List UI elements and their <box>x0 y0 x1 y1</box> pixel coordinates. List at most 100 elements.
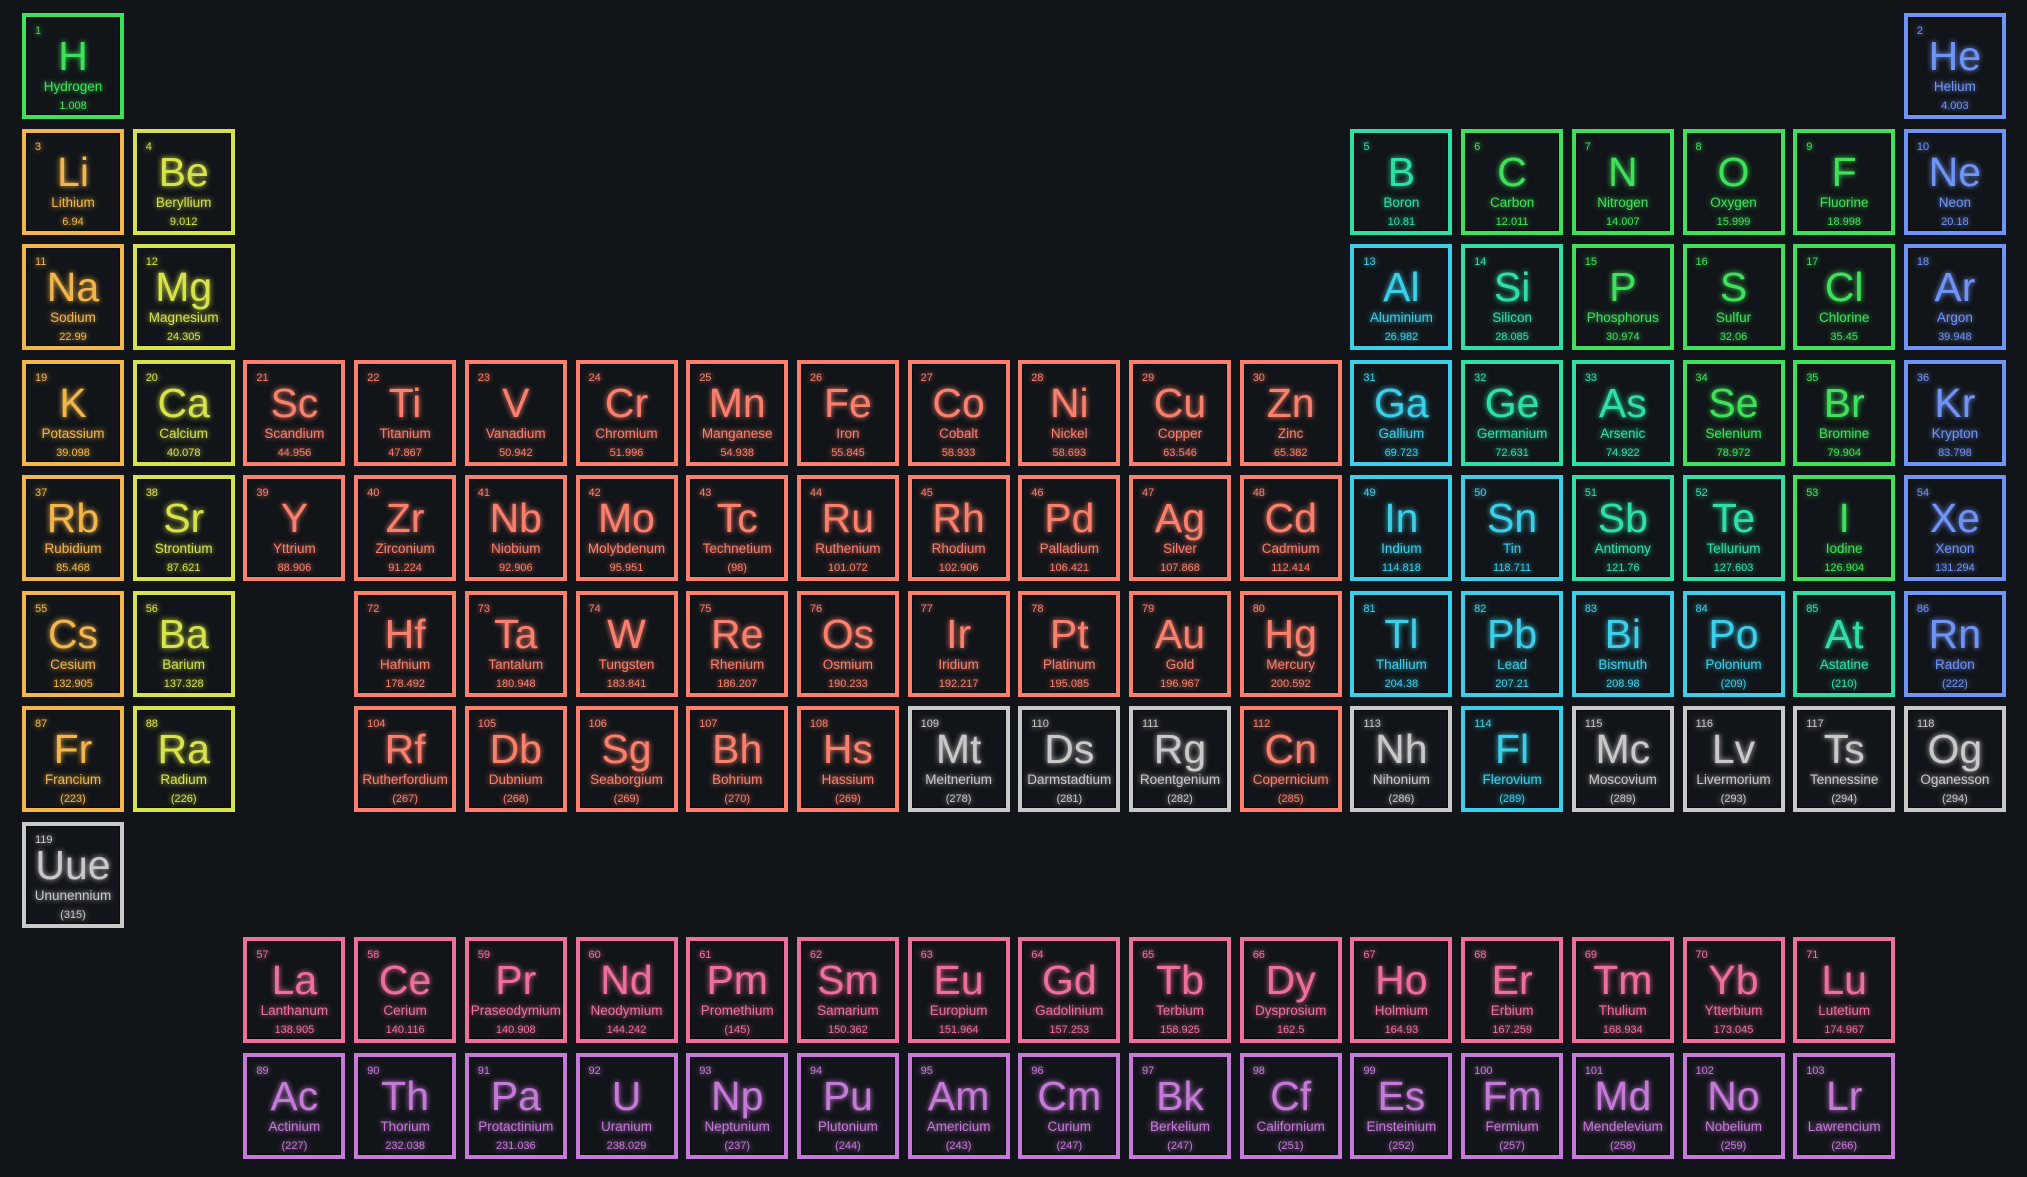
element-cell-rutherfordium[interactable]: 104 Rf Rutherfordium (267) <box>354 706 457 812</box>
element-cell-mendelevium[interactable]: 101 Md Mendelevium (258) <box>1571 1052 1674 1159</box>
element-cell-erbium[interactable]: 68 Er Erbium 167.259 <box>1461 937 1564 1043</box>
element-cell-mercury[interactable]: 80 Hg Mercury 200.592 <box>1239 590 1342 697</box>
element-cell-plutonium[interactable]: 94 Pu Plutonium (244) <box>796 1052 899 1159</box>
element-cell-neodymium[interactable]: 60 Nd Neodymium 144.242 <box>575 937 678 1043</box>
element-cell-sulfur[interactable]: 16 S Sulfur 32.06 <box>1682 244 1785 350</box>
element-cell-palladium[interactable]: 46 Pd Palladium 106.421 <box>1018 475 1121 581</box>
element-cell-einsteinium[interactable]: 99 Es Einsteinium (252) <box>1350 1052 1453 1159</box>
element-cell-tantalum[interactable]: 73 Ta Tantalum 180.948 <box>464 590 567 697</box>
element-cell-arsenic[interactable]: 33 As Arsenic 74.922 <box>1571 359 1674 466</box>
element-cell-hafnium[interactable]: 72 Hf Hafnium 178.492 <box>354 590 457 697</box>
element-cell-lawrencium[interactable]: 103 Lr Lawrencium (266) <box>1793 1052 1896 1159</box>
element-cell-vanadium[interactable]: 23 V Vanadium 50.942 <box>464 359 567 466</box>
element-cell-silver[interactable]: 47 Ag Silver 107.868 <box>1129 475 1231 581</box>
element-cell-cesium[interactable]: 55 Cs Cesium 132.905 <box>22 590 124 697</box>
element-cell-titanium[interactable]: 22 Ti Titanium 47.867 <box>354 359 457 466</box>
element-cell-iridium[interactable]: 77 Ir Iridium 192.217 <box>907 590 1010 697</box>
element-cell-promethium[interactable]: 61 Pm Promethium (145) <box>686 937 789 1043</box>
element-cell-tellurium[interactable]: 52 Te Tellurium 127.603 <box>1682 475 1785 581</box>
element-cell-manganese[interactable]: 25 Mn Manganese 54.938 <box>686 359 789 466</box>
element-cell-antimony[interactable]: 51 Sb Antimony 121.76 <box>1571 475 1674 581</box>
element-cell-phosphorus[interactable]: 15 P Phosphorus 30.974 <box>1571 244 1674 350</box>
element-cell-meitnerium[interactable]: 109 Mt Meitnerium (278) <box>907 706 1010 812</box>
element-cell-europium[interactable]: 63 Eu Europium 151.964 <box>907 937 1010 1043</box>
element-cell-protactinium[interactable]: 91 Pa Protactinium 231.036 <box>464 1052 567 1159</box>
element-cell-technetium[interactable]: 43 Tc Technetium (98) <box>686 475 789 581</box>
element-cell-oganesson[interactable]: 118 Og Oganesson (294) <box>1903 706 2006 812</box>
element-cell-sodium[interactable]: 11 Na Sodium 22.99 <box>22 244 124 350</box>
element-cell-radium[interactable]: 88 Ra Radium (226) <box>132 706 235 812</box>
element-cell-francium[interactable]: 87 Fr Francium (223) <box>22 706 124 812</box>
element-cell-cadmium[interactable]: 48 Cd Cadmium 112.414 <box>1239 475 1342 581</box>
element-cell-lutetium[interactable]: 71 Lu Lutetium 174.967 <box>1793 937 1896 1043</box>
element-cell-platinum[interactable]: 78 Pt Platinum 195.085 <box>1018 590 1121 697</box>
element-cell-silicon[interactable]: 14 Si Silicon 28.085 <box>1461 244 1564 350</box>
element-cell-flerovium[interactable]: 114 Fl Flerovium (289) <box>1461 706 1564 812</box>
element-cell-aluminium[interactable]: 13 Al Aluminium 26.982 <box>1350 244 1453 350</box>
element-cell-copper[interactable]: 29 Cu Copper 63.546 <box>1129 359 1231 466</box>
element-cell-nickel[interactable]: 28 Ni Nickel 58.693 <box>1018 359 1121 466</box>
element-cell-roentgenium[interactable]: 111 Rg Roentgenium (282) <box>1129 706 1231 812</box>
element-cell-beryllium[interactable]: 4 Be Beryllium 9.012 <box>132 128 235 235</box>
element-cell-iron[interactable]: 26 Fe Iron 55.845 <box>796 359 899 466</box>
element-cell-lithium[interactable]: 3 Li Lithium 6.94 <box>22 128 124 235</box>
element-cell-actinium[interactable]: 89 Ac Actinium (227) <box>243 1052 346 1159</box>
element-cell-fermium[interactable]: 100 Fm Fermium (257) <box>1461 1052 1564 1159</box>
element-cell-curium[interactable]: 96 Cm Curium (247) <box>1018 1052 1121 1159</box>
element-cell-chlorine[interactable]: 17 Cl Chlorine 35.45 <box>1793 244 1896 350</box>
element-cell-bromine[interactable]: 35 Br Bromine 79.904 <box>1793 359 1896 466</box>
element-cell-nitrogen[interactable]: 7 N Nitrogen 14.007 <box>1571 128 1674 235</box>
element-cell-samarium[interactable]: 62 Sm Samarium 150.362 <box>796 937 899 1043</box>
element-cell-nihonium[interactable]: 113 Nh Nihonium (286) <box>1350 706 1453 812</box>
element-cell-gallium[interactable]: 31 Ga Gallium 69.723 <box>1350 359 1453 466</box>
element-cell-indium[interactable]: 49 In Indium 114.818 <box>1350 475 1453 581</box>
element-cell-livermorium[interactable]: 116 Lv Livermorium (293) <box>1682 706 1785 812</box>
element-cell-barium[interactable]: 56 Ba Barium 137.328 <box>132 590 235 697</box>
element-cell-astatine[interactable]: 85 At Astatine (210) <box>1793 590 1896 697</box>
element-cell-thulium[interactable]: 69 Tm Thulium 168.934 <box>1571 937 1674 1043</box>
element-cell-yttrium[interactable]: 39 Y Yttrium 88.906 <box>243 475 346 581</box>
element-cell-thorium[interactable]: 90 Th Thorium 232.038 <box>354 1052 457 1159</box>
element-cell-osmium[interactable]: 76 Os Osmium 190.233 <box>796 590 899 697</box>
element-cell-gold[interactable]: 79 Au Gold 196.967 <box>1129 590 1231 697</box>
element-cell-ruthenium[interactable]: 44 Ru Ruthenium 101.072 <box>796 475 899 581</box>
element-cell-rubidium[interactable]: 37 Rb Rubidium 85.468 <box>22 475 124 581</box>
element-cell-calcium[interactable]: 20 Ca Calcium 40.078 <box>132 359 235 466</box>
element-cell-chromium[interactable]: 24 Cr Chromium 51.996 <box>575 359 678 466</box>
element-cell-boron[interactable]: 5 B Boron 10.81 <box>1350 128 1453 235</box>
element-cell-thallium[interactable]: 81 Tl Thallium 204.38 <box>1350 590 1453 697</box>
element-cell-berkelium[interactable]: 97 Bk Berkelium (247) <box>1129 1052 1231 1159</box>
element-cell-moscovium[interactable]: 115 Mc Moscovium (289) <box>1571 706 1674 812</box>
element-cell-argon[interactable]: 18 Ar Argon 39.948 <box>1903 244 2006 350</box>
element-cell-scandium[interactable]: 21 Sc Scandium 44.956 <box>243 359 346 466</box>
element-cell-californium[interactable]: 98 Cf Californium (251) <box>1239 1052 1342 1159</box>
element-cell-bismuth[interactable]: 83 Bi Bismuth 208.98 <box>1571 590 1674 697</box>
element-cell-hydrogen[interactable]: 1 H Hydrogen 1.008 <box>22 13 124 119</box>
element-cell-neptunium[interactable]: 93 Np Neptunium (237) <box>686 1052 789 1159</box>
element-cell-strontium[interactable]: 38 Sr Strontium 87.621 <box>132 475 235 581</box>
element-cell-helium[interactable]: 2 He Helium 4.003 <box>1903 13 2006 119</box>
element-cell-americium[interactable]: 95 Am Americium (243) <box>907 1052 1010 1159</box>
element-cell-niobium[interactable]: 41 Nb Niobium 92.906 <box>464 475 567 581</box>
element-cell-terbium[interactable]: 65 Tb Terbium 158.925 <box>1129 937 1231 1043</box>
element-cell-ununennium[interactable]: 119 Uue Ununennium (315) <box>22 821 124 928</box>
element-cell-oxygen[interactable]: 8 O Oxygen 15.999 <box>1682 128 1785 235</box>
element-cell-cerium[interactable]: 58 Ce Cerium 140.116 <box>354 937 457 1043</box>
element-cell-rhodium[interactable]: 45 Rh Rhodium 102.906 <box>907 475 1010 581</box>
element-cell-copernicium[interactable]: 112 Cn Copernicium (285) <box>1239 706 1342 812</box>
element-cell-zinc[interactable]: 30 Zn Zinc 65.382 <box>1239 359 1342 466</box>
element-cell-cobalt[interactable]: 27 Co Cobalt 58.933 <box>907 359 1010 466</box>
element-cell-iodine[interactable]: 53 I Iodine 126.904 <box>1793 475 1896 581</box>
element-cell-potassium[interactable]: 19 K Potassium 39.098 <box>22 359 124 466</box>
element-cell-dubnium[interactable]: 105 Db Dubnium (268) <box>464 706 567 812</box>
element-cell-krypton[interactable]: 36 Kr Krypton 83.798 <box>1903 359 2006 466</box>
element-cell-tungsten[interactable]: 74 W Tungsten 183.841 <box>575 590 678 697</box>
element-cell-selenium[interactable]: 34 Se Selenium 78.972 <box>1682 359 1785 466</box>
element-cell-zirconium[interactable]: 40 Zr Zirconium 91.224 <box>354 475 457 581</box>
element-cell-hassium[interactable]: 108 Hs Hassium (269) <box>796 706 899 812</box>
element-cell-carbon[interactable]: 6 C Carbon 12.011 <box>1461 128 1564 235</box>
element-cell-bohrium[interactable]: 107 Bh Bohrium (270) <box>686 706 789 812</box>
element-cell-holmium[interactable]: 67 Ho Holmium 164.93 <box>1350 937 1453 1043</box>
element-cell-dysprosium[interactable]: 66 Dy Dysprosium 162.5 <box>1239 937 1342 1043</box>
element-cell-germanium[interactable]: 32 Ge Germanium 72.631 <box>1461 359 1564 466</box>
